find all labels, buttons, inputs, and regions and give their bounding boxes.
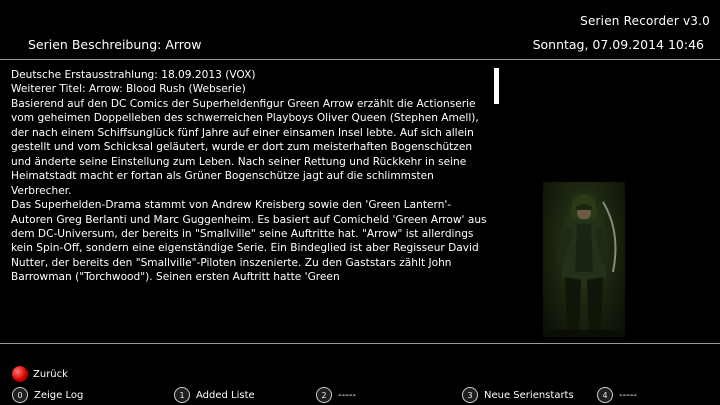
header-divider [0,59,720,60]
scrollbar[interactable] [494,68,499,338]
page-title: Serien Beschreibung: Arrow [28,37,202,52]
poster-figure [543,194,625,337]
key-0-label: Zeige Log [34,389,84,401]
scroll-thumb[interactable] [494,68,499,104]
red-button-icon [12,366,28,382]
number-2-icon: 2 [316,387,332,403]
key-4[interactable]: 4 ----- [597,387,637,403]
description-text: Deutsche Erstausstrahlung: 18.09.2013 (V… [11,69,487,284]
key-2-label: ----- [338,389,357,401]
key-2[interactable]: 2 ----- [316,387,356,403]
number-0-icon: 0 [12,387,28,403]
number-4-icon: 4 [597,387,613,403]
app-name: Serien Recorder v3.0 [580,14,710,28]
back-label: Zurück [33,368,68,380]
number-3-icon: 3 [462,387,478,403]
key-1-label: Added Liste [196,389,255,401]
number-1-icon: 1 [174,387,190,403]
key-1-added-list[interactable]: 1 Added Liste [174,387,255,403]
footer-divider [0,343,720,344]
key-0-show-log[interactable]: 0 Zeige Log [12,387,83,403]
key-3-new-series-starts[interactable]: 3 Neue Serienstarts [462,387,574,403]
key-4-label: ----- [619,389,638,401]
series-poster [543,182,625,337]
key-3-label: Neue Serienstarts [484,389,574,401]
date-time: Sonntag, 07.09.2014 10:46 [532,37,704,52]
red-key-back[interactable]: Zurück [12,366,68,382]
